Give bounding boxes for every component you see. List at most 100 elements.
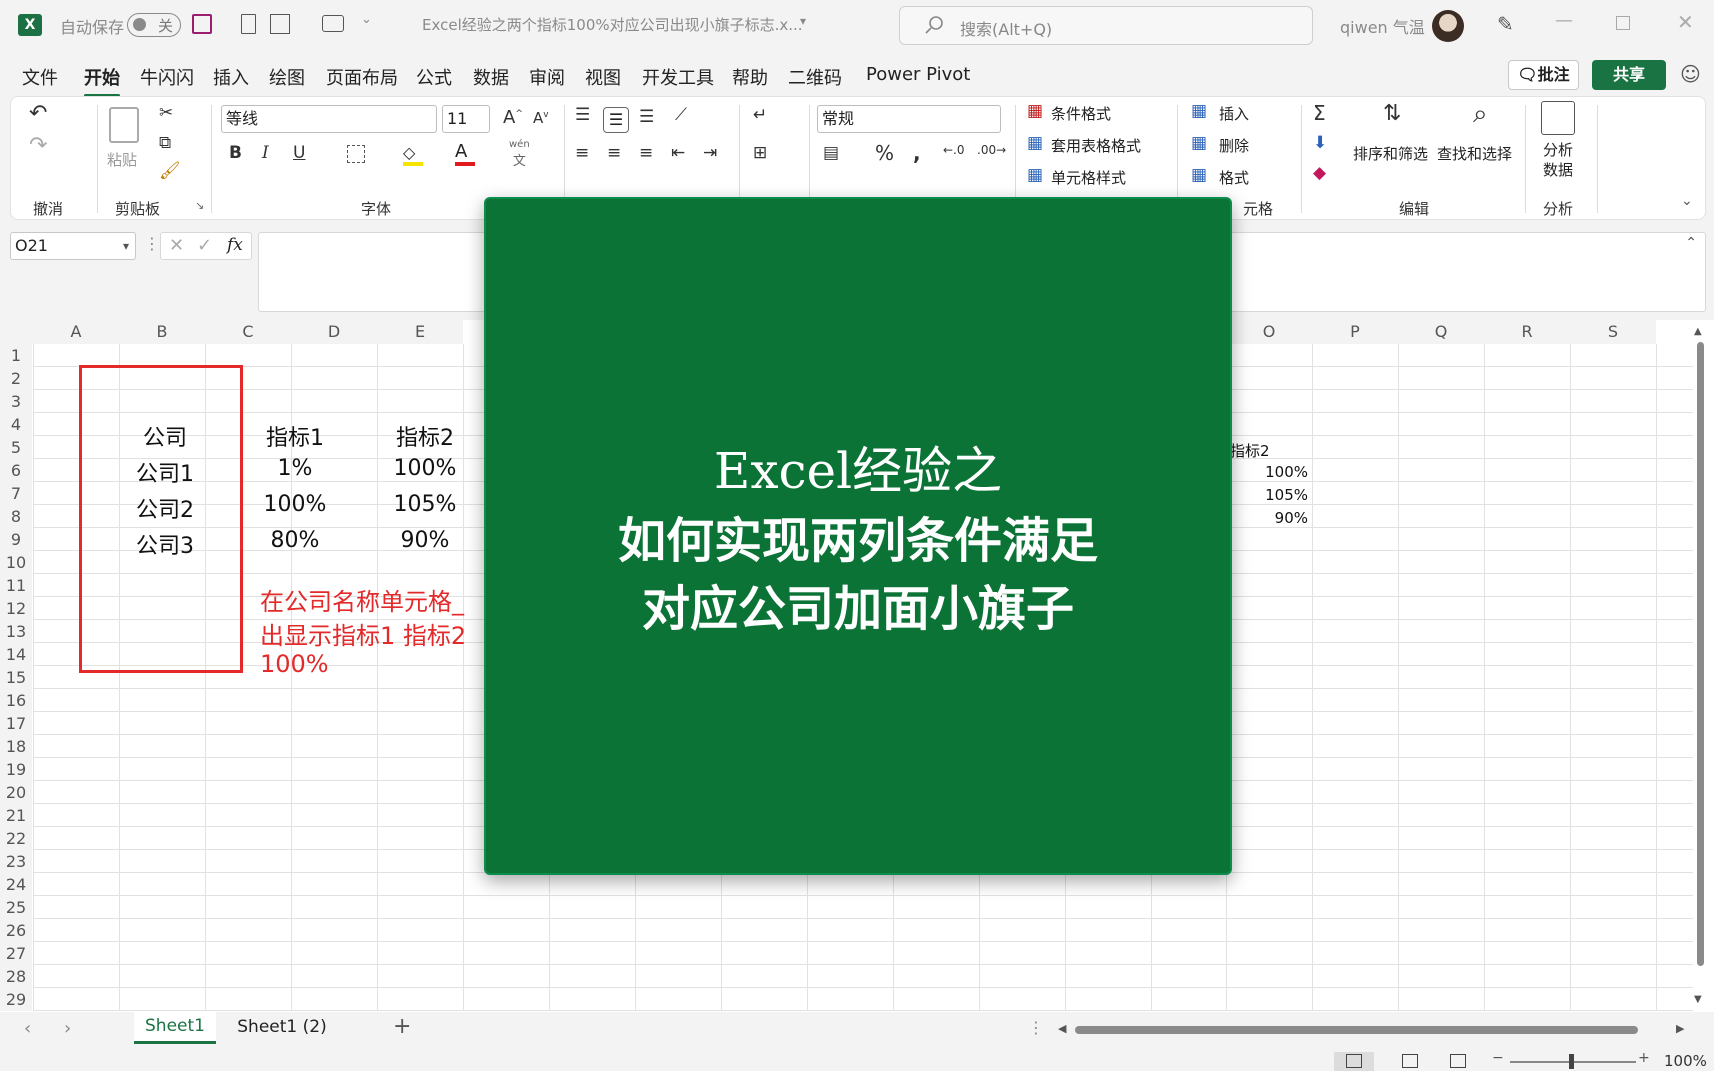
row-header-26[interactable]: 26: [0, 919, 32, 942]
vertical-scrollbar-thumb[interactable]: [1697, 342, 1704, 966]
cell-O7[interactable]: 105%: [1220, 486, 1308, 504]
accounting-format-icon[interactable]: ▤: [823, 143, 839, 163]
row-header-4[interactable]: 4: [0, 413, 32, 436]
camera-icon[interactable]: [322, 15, 344, 32]
analyze-data-label-2[interactable]: 数据: [1543, 159, 1573, 180]
format-table-button[interactable]: 套用表格格式: [1051, 135, 1141, 156]
select-all-corner[interactable]: [0, 320, 33, 344]
cell-D7[interactable]: 90%: [380, 528, 470, 553]
row-header-22[interactable]: 22: [0, 827, 32, 850]
cell-D6[interactable]: 105%: [380, 492, 470, 517]
find-select-button[interactable]: 查找和选择: [1437, 143, 1512, 164]
cell-D5[interactable]: 100%: [380, 456, 470, 481]
row-header-3[interactable]: 3: [0, 390, 32, 413]
page-break-view-icon[interactable]: [1450, 1054, 1466, 1068]
paste-icon[interactable]: [109, 107, 139, 143]
row-header-6[interactable]: 6: [0, 459, 32, 482]
tab-home[interactable]: 开始: [84, 64, 120, 97]
font-color-icon[interactable]: A: [455, 141, 475, 166]
bold-icon[interactable]: B: [229, 143, 242, 163]
cut-icon[interactable]: ✂: [159, 103, 173, 123]
row-header-24[interactable]: 24: [0, 873, 32, 896]
redo-icon[interactable]: ↷: [29, 133, 47, 158]
scroll-up-icon[interactable]: ▲: [1694, 326, 1702, 337]
tab-power-pivot[interactable]: Power Pivot: [866, 64, 970, 85]
table-view-icon[interactable]: [270, 14, 290, 34]
comments-button[interactable]: 🗨批注: [1508, 60, 1579, 90]
tab-niushanshan[interactable]: 牛闪闪: [140, 64, 194, 90]
tab-split-handle-icon[interactable]: ⋮: [1028, 1018, 1044, 1037]
row-header-28[interactable]: 28: [0, 965, 32, 988]
row-header-7[interactable]: 7: [0, 482, 32, 505]
prev-sheet-icon[interactable]: ‹: [24, 1018, 31, 1039]
sheet-tab-sheet1-2[interactable]: Sheet1 (2): [222, 1012, 342, 1044]
search-box[interactable]: 搜索(Alt+Q): [899, 6, 1313, 45]
format-table-icon[interactable]: ▦: [1027, 133, 1043, 153]
cell-styles-icon[interactable]: ▦: [1027, 165, 1043, 185]
tab-view[interactable]: 视图: [585, 64, 621, 90]
column-header-C[interactable]: C: [205, 320, 291, 344]
analyze-data-icon[interactable]: [1541, 101, 1575, 135]
row-header-13[interactable]: 13: [0, 620, 32, 643]
row-header-2[interactable]: 2: [0, 367, 32, 390]
font-size-dropdown[interactable]: 11: [442, 105, 490, 133]
cell-C4[interactable]: 指标1: [250, 420, 340, 452]
find-select-icon[interactable]: ⌕: [1473, 99, 1488, 130]
collapse-formula-icon[interactable]: ⌃: [1685, 235, 1697, 251]
sheet-tab-sheet1[interactable]: Sheet1: [134, 1012, 216, 1044]
conditional-format-button[interactable]: 条件格式: [1051, 103, 1111, 124]
tab-data[interactable]: 数据: [473, 64, 509, 90]
borders-icon[interactable]: [347, 145, 365, 163]
row-header-18[interactable]: 18: [0, 735, 32, 758]
row-header-20[interactable]: 20: [0, 781, 32, 804]
cell-D4[interactable]: 指标2: [380, 420, 470, 452]
cell-C5[interactable]: 1%: [250, 456, 340, 481]
delete-cells-button[interactable]: 删除: [1219, 135, 1249, 156]
italic-icon[interactable]: I: [262, 143, 269, 163]
comma-style-icon[interactable]: ,: [913, 141, 921, 165]
undo-icon[interactable]: ↶: [29, 101, 47, 126]
tab-review[interactable]: 审阅: [529, 64, 565, 90]
row-header-23[interactable]: 23: [0, 850, 32, 873]
format-painter-icon[interactable]: 🖌: [159, 161, 181, 181]
format-cells-button[interactable]: 格式: [1219, 167, 1249, 188]
percent-icon[interactable]: %: [875, 141, 894, 165]
number-format-dropdown[interactable]: 常规: [817, 105, 1001, 133]
row-header-15[interactable]: 15: [0, 666, 32, 689]
row-header-12[interactable]: 12: [0, 597, 32, 620]
column-header-A[interactable]: A: [33, 320, 119, 344]
align-middle-icon[interactable]: ☰: [603, 107, 629, 133]
row-header-10[interactable]: 10: [0, 551, 32, 574]
row-header-16[interactable]: 16: [0, 689, 32, 712]
analyze-data-label-1[interactable]: 分析: [1543, 139, 1573, 160]
restore-icon[interactable]: [1616, 16, 1630, 30]
autosave-toggle[interactable]: 关: [127, 13, 181, 37]
collapse-ribbon-icon[interactable]: ⌄: [1681, 193, 1693, 209]
column-header-S[interactable]: S: [1570, 320, 1656, 344]
format-cells-icon[interactable]: ▦: [1191, 165, 1207, 185]
autosum-icon[interactable]: Σ: [1313, 101, 1326, 125]
avatar[interactable]: [1432, 10, 1464, 42]
add-sheet-button[interactable]: +: [393, 1014, 411, 1039]
fill-icon[interactable]: ⬇: [1313, 133, 1327, 153]
row-header-1[interactable]: 1: [0, 344, 32, 367]
column-header-P[interactable]: P: [1312, 320, 1398, 344]
insert-cells-icon[interactable]: ▦: [1191, 101, 1207, 121]
horizontal-scrollbar-thumb[interactable]: [1075, 1026, 1638, 1034]
column-header-E[interactable]: E: [377, 320, 463, 344]
save-icon[interactable]: [192, 14, 212, 34]
column-header-O[interactable]: O: [1226, 320, 1312, 344]
increase-indent-icon[interactable]: ⇥: [703, 143, 717, 163]
zoom-out-icon[interactable]: −: [1492, 1050, 1504, 1066]
row-header-19[interactable]: 19: [0, 758, 32, 781]
row-header-25[interactable]: 25: [0, 896, 32, 919]
row-header-27[interactable]: 27: [0, 942, 32, 965]
feedback-icon[interactable]: ☺: [1680, 62, 1701, 86]
font-name-dropdown[interactable]: 等线: [221, 105, 437, 133]
scroll-left-icon[interactable]: ◀: [1058, 1022, 1066, 1035]
cell-C6[interactable]: 100%: [250, 492, 340, 517]
row-header-17[interactable]: 17: [0, 712, 32, 735]
align-bottom-icon[interactable]: ☰: [639, 107, 654, 127]
increase-decimal-icon[interactable]: ←.0: [943, 143, 965, 157]
page-layout-view-icon[interactable]: [1402, 1054, 1418, 1068]
